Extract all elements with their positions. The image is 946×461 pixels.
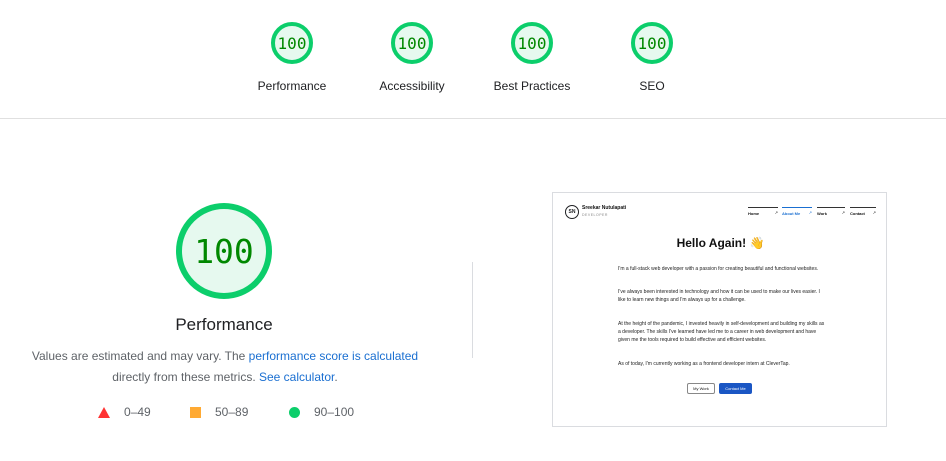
arrow-icon: ↗ xyxy=(774,210,778,215)
site-logo: SN xyxy=(565,205,579,219)
final-screenshot-thumbnail[interactable]: SN Sreekar Nutulapati DEVELOPER Home ↗ Ab… xyxy=(552,192,887,427)
performance-score-gauge: 100 xyxy=(176,203,272,299)
arrow-icon: ↗ xyxy=(841,210,845,215)
nav-label: Work xyxy=(817,211,827,216)
gauge-seo[interactable]: 100 SEO xyxy=(592,22,712,93)
score-ring: 100 xyxy=(391,22,433,64)
score-scale-legend: 0–49 50–89 90–100 xyxy=(0,405,460,421)
performance-description: Values are estimated and may vary. The p… xyxy=(20,346,430,388)
arrow-icon: ↗ xyxy=(808,210,812,215)
legend-average: 50–89 xyxy=(190,405,248,419)
score-ring: 100 xyxy=(511,22,553,64)
site-paragraph: I'm a full-stack web developer with a pa… xyxy=(618,266,819,272)
score-value: 100 xyxy=(637,33,667,53)
legend-pass: 90–100 xyxy=(289,405,354,419)
legend-fail: 0–49 xyxy=(98,405,151,419)
orange-square-icon xyxy=(190,406,201,418)
category-gauges: 100 Performance 100 Accessibility 100 Be… xyxy=(0,0,946,119)
nav-label: About Me xyxy=(782,211,801,216)
green-circle-icon xyxy=(289,406,300,418)
gauge-label: Best Practices xyxy=(493,79,571,93)
gauge-performance[interactable]: 100 Performance xyxy=(232,22,352,93)
legend-range: 0–49 xyxy=(124,405,151,419)
performance-title: Performance xyxy=(175,315,273,334)
site-nav-about: About Me ↗ xyxy=(782,207,812,217)
gauge-label: SEO xyxy=(639,79,665,93)
score-value: 100 xyxy=(517,33,547,53)
gauge-label: Performance xyxy=(257,79,327,93)
score-value: 100 xyxy=(397,33,427,53)
desc-text: directly from these metrics. xyxy=(112,370,259,384)
site-owner-role: DEVELOPER xyxy=(582,213,608,217)
site-contact-me-button: Contact Me xyxy=(719,383,752,394)
performance-score-link[interactable]: performance score is calculated xyxy=(249,349,418,363)
gauge-best-practices[interactable]: 100 Best Practices xyxy=(472,22,592,93)
site-owner-name: Sreekar Nutulapati xyxy=(582,205,627,211)
gauge-accessibility[interactable]: 100 Accessibility xyxy=(352,22,472,93)
nav-label: Contact xyxy=(850,211,865,216)
nav-label: Home xyxy=(748,211,760,216)
score-ring: 100 xyxy=(271,22,313,64)
site-paragraph: I've always been interested in technolog… xyxy=(618,289,820,303)
see-calculator-link[interactable]: See calculator xyxy=(259,370,334,384)
site-nav-contact: Contact ↗ xyxy=(850,207,876,217)
arrow-icon: ↗ xyxy=(872,210,876,215)
red-triangle-icon xyxy=(98,406,110,418)
desc-text: . xyxy=(334,370,338,384)
gauge-label: Accessibility xyxy=(379,79,445,93)
site-nav-home: Home ↗ xyxy=(748,207,778,217)
vertical-divider xyxy=(472,262,473,358)
site-my-work-button: My Work xyxy=(687,383,715,394)
score-value: 100 xyxy=(277,33,307,53)
site-nav-work: Work ↗ xyxy=(817,207,845,217)
site-paragraph: As of today, I'm currently working as a … xyxy=(618,361,790,367)
legend-range: 90–100 xyxy=(314,405,355,419)
score-ring: 100 xyxy=(631,22,673,64)
site-heading: Hello Again! 👋 xyxy=(676,236,765,250)
desc-text: Values are estimated and may vary. The xyxy=(31,349,249,363)
legend-range: 50–89 xyxy=(215,405,249,419)
performance-score-value: 100 xyxy=(194,231,254,271)
site-paragraph: At the height of the pandemic, I investe… xyxy=(618,321,825,343)
